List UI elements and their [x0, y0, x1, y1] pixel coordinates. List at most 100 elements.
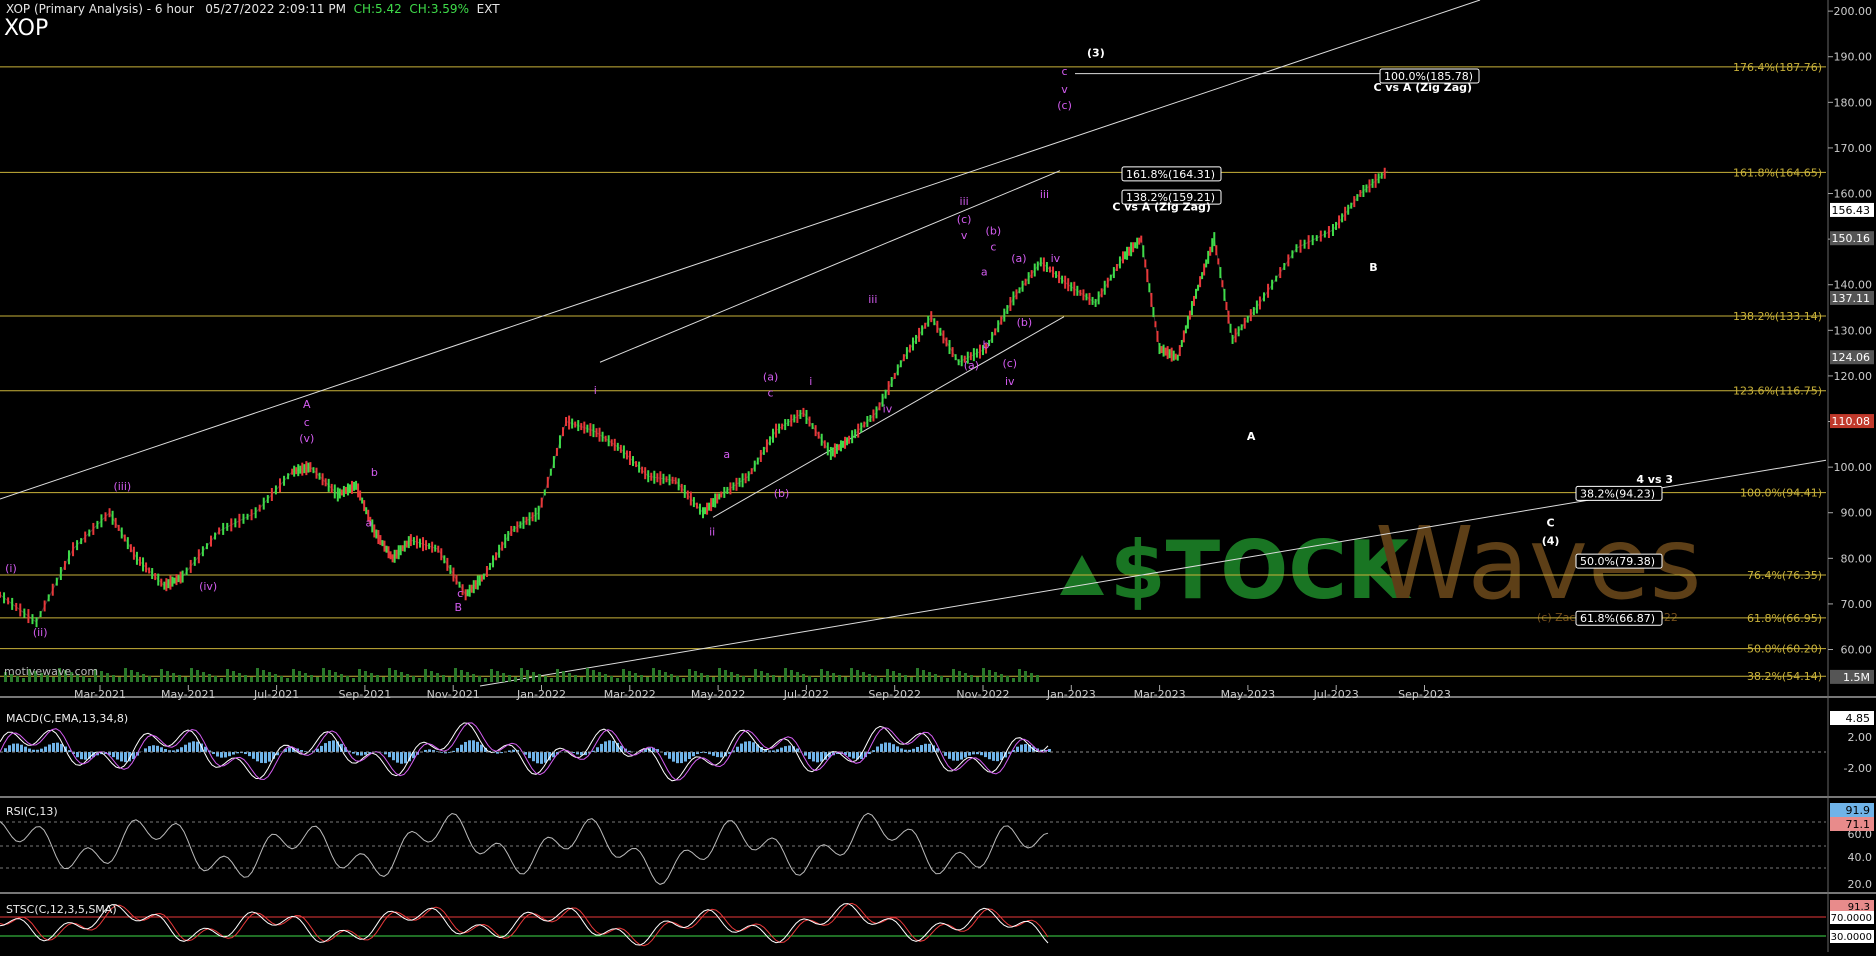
volume-bar [136, 672, 139, 682]
volume-bar [1024, 671, 1027, 682]
x-tick-label: Mar-2023 [1134, 688, 1186, 701]
price-flag-label: 137.11 [1832, 292, 1871, 305]
target-label: 161.8%(164.31) [1126, 168, 1215, 181]
macd-histogram-bar [600, 744, 603, 752]
y-tick-label: 130.00 [1834, 324, 1873, 337]
volume-bar [184, 677, 187, 682]
volume-bar [820, 669, 823, 682]
macd-histogram-bar [228, 752, 231, 756]
macd-histogram-bar [28, 749, 31, 752]
wave-label: iii [1040, 188, 1049, 201]
macd-histogram-bar [784, 746, 787, 752]
volume-bar [466, 672, 469, 682]
macd-histogram-bar [736, 747, 739, 752]
macd-histogram-bar [752, 742, 755, 752]
macd-histogram-bar [116, 752, 119, 760]
volume-bar [250, 677, 253, 682]
volume-bar [856, 670, 859, 682]
macd-histogram-bar [260, 752, 263, 763]
wave-label: c [990, 241, 996, 254]
fib-label: 76.4%(76.35) [1747, 569, 1822, 582]
change-percent: CH:3.59% [409, 2, 469, 16]
stoch-title: STSC(C,12,3,5,SMA) [6, 903, 117, 916]
volume-bar [274, 674, 277, 682]
macd-histogram-bar [288, 747, 291, 752]
volume-bar [478, 676, 481, 682]
volume-bar [538, 674, 541, 682]
wave-label: iii [868, 293, 877, 306]
fib-label: 100.0%(94.41) [1740, 487, 1822, 500]
chart-stage[interactable]: $TOCK Waves (c) Zachary Mannes 2022 176.… [0, 0, 1876, 952]
y-tick-label: 200.00 [1834, 5, 1873, 18]
macd-histogram-bar [360, 752, 363, 756]
volume-bar [826, 671, 829, 682]
volume-bar [712, 677, 715, 682]
volume-bar [766, 673, 769, 682]
macd-histogram-bar [676, 752, 679, 763]
x-tick-label: Mar-2022 [604, 688, 656, 701]
wave-label: (c) [1002, 357, 1017, 370]
volume-bar [460, 670, 463, 682]
macd-histogram-bar [404, 752, 407, 763]
wave-label: a [981, 266, 988, 279]
macd-histogram-bar [256, 752, 259, 761]
volume-bar [502, 673, 505, 682]
macd-histogram-bar [712, 752, 715, 756]
macd-histogram-bar [928, 744, 931, 752]
x-tick-label: Sep-2022 [868, 688, 921, 701]
volume-bar [604, 674, 607, 682]
volume-bar [952, 669, 955, 682]
volume-bar [418, 678, 421, 682]
macd-histogram-bar [896, 746, 899, 752]
volume-bar [130, 670, 133, 682]
volume-bar [982, 668, 985, 682]
volume-bar [676, 676, 679, 682]
main-chart[interactable]: $TOCK Waves (c) Zachary Mannes 2022 176.… [0, 0, 1876, 952]
logo-left-text: $TOCK [1110, 524, 1412, 617]
volume-bar [100, 671, 103, 682]
volume-bar [304, 673, 307, 682]
macd-histogram-bar [960, 752, 963, 760]
target-label: 50.0%(79.38) [1580, 555, 1655, 568]
volume-bar [754, 669, 757, 682]
volume-bar [406, 674, 409, 682]
wave-label: iv [1005, 375, 1015, 388]
volume-bar [790, 670, 793, 682]
macd-histogram-bar [884, 742, 887, 752]
volume-bar [976, 677, 979, 682]
macd-histogram-bar [788, 746, 791, 752]
volume-bar [628, 671, 631, 682]
volume-bar [238, 673, 241, 682]
target-label: 61.8%(66.87) [1580, 612, 1655, 625]
macd-histogram-bar [24, 747, 27, 752]
macd-histogram-bar [80, 752, 83, 759]
stoch-flag-label: 70.0000 [1831, 913, 1872, 924]
annotation: B [1369, 261, 1377, 274]
volume-bar [268, 672, 271, 682]
macd-histogram-bar [152, 745, 155, 752]
change-value: CH:5.42 [354, 2, 402, 16]
x-tick-label: Sep-2021 [339, 688, 392, 701]
volume-bar [544, 676, 547, 682]
macd-histogram-bar [320, 746, 323, 752]
macd-histogram-bar [812, 752, 815, 761]
macd-histogram-bar [876, 747, 879, 752]
macd-histogram-bar [996, 752, 999, 761]
macd-histogram-bar [84, 752, 87, 760]
macd-histogram-bar [852, 752, 855, 759]
macd-histogram-bar [480, 745, 483, 752]
macd-histogram-bar [396, 752, 399, 763]
macd-histogram-bar [148, 746, 151, 752]
volume-bar [598, 672, 601, 682]
volume-bar [1018, 669, 1021, 682]
volume-bar [118, 677, 121, 682]
volume-bar [664, 672, 667, 682]
volume-bar [484, 678, 487, 682]
macd-histogram-bar [944, 752, 947, 756]
volume-bar [724, 670, 727, 682]
volume-bar [1006, 676, 1009, 682]
volume-bar [22, 678, 25, 682]
annotation: C vs A (Zig Zag) [1112, 200, 1211, 213]
annotation: (3) [1087, 47, 1105, 60]
macd-histogram-bar [956, 752, 959, 761]
